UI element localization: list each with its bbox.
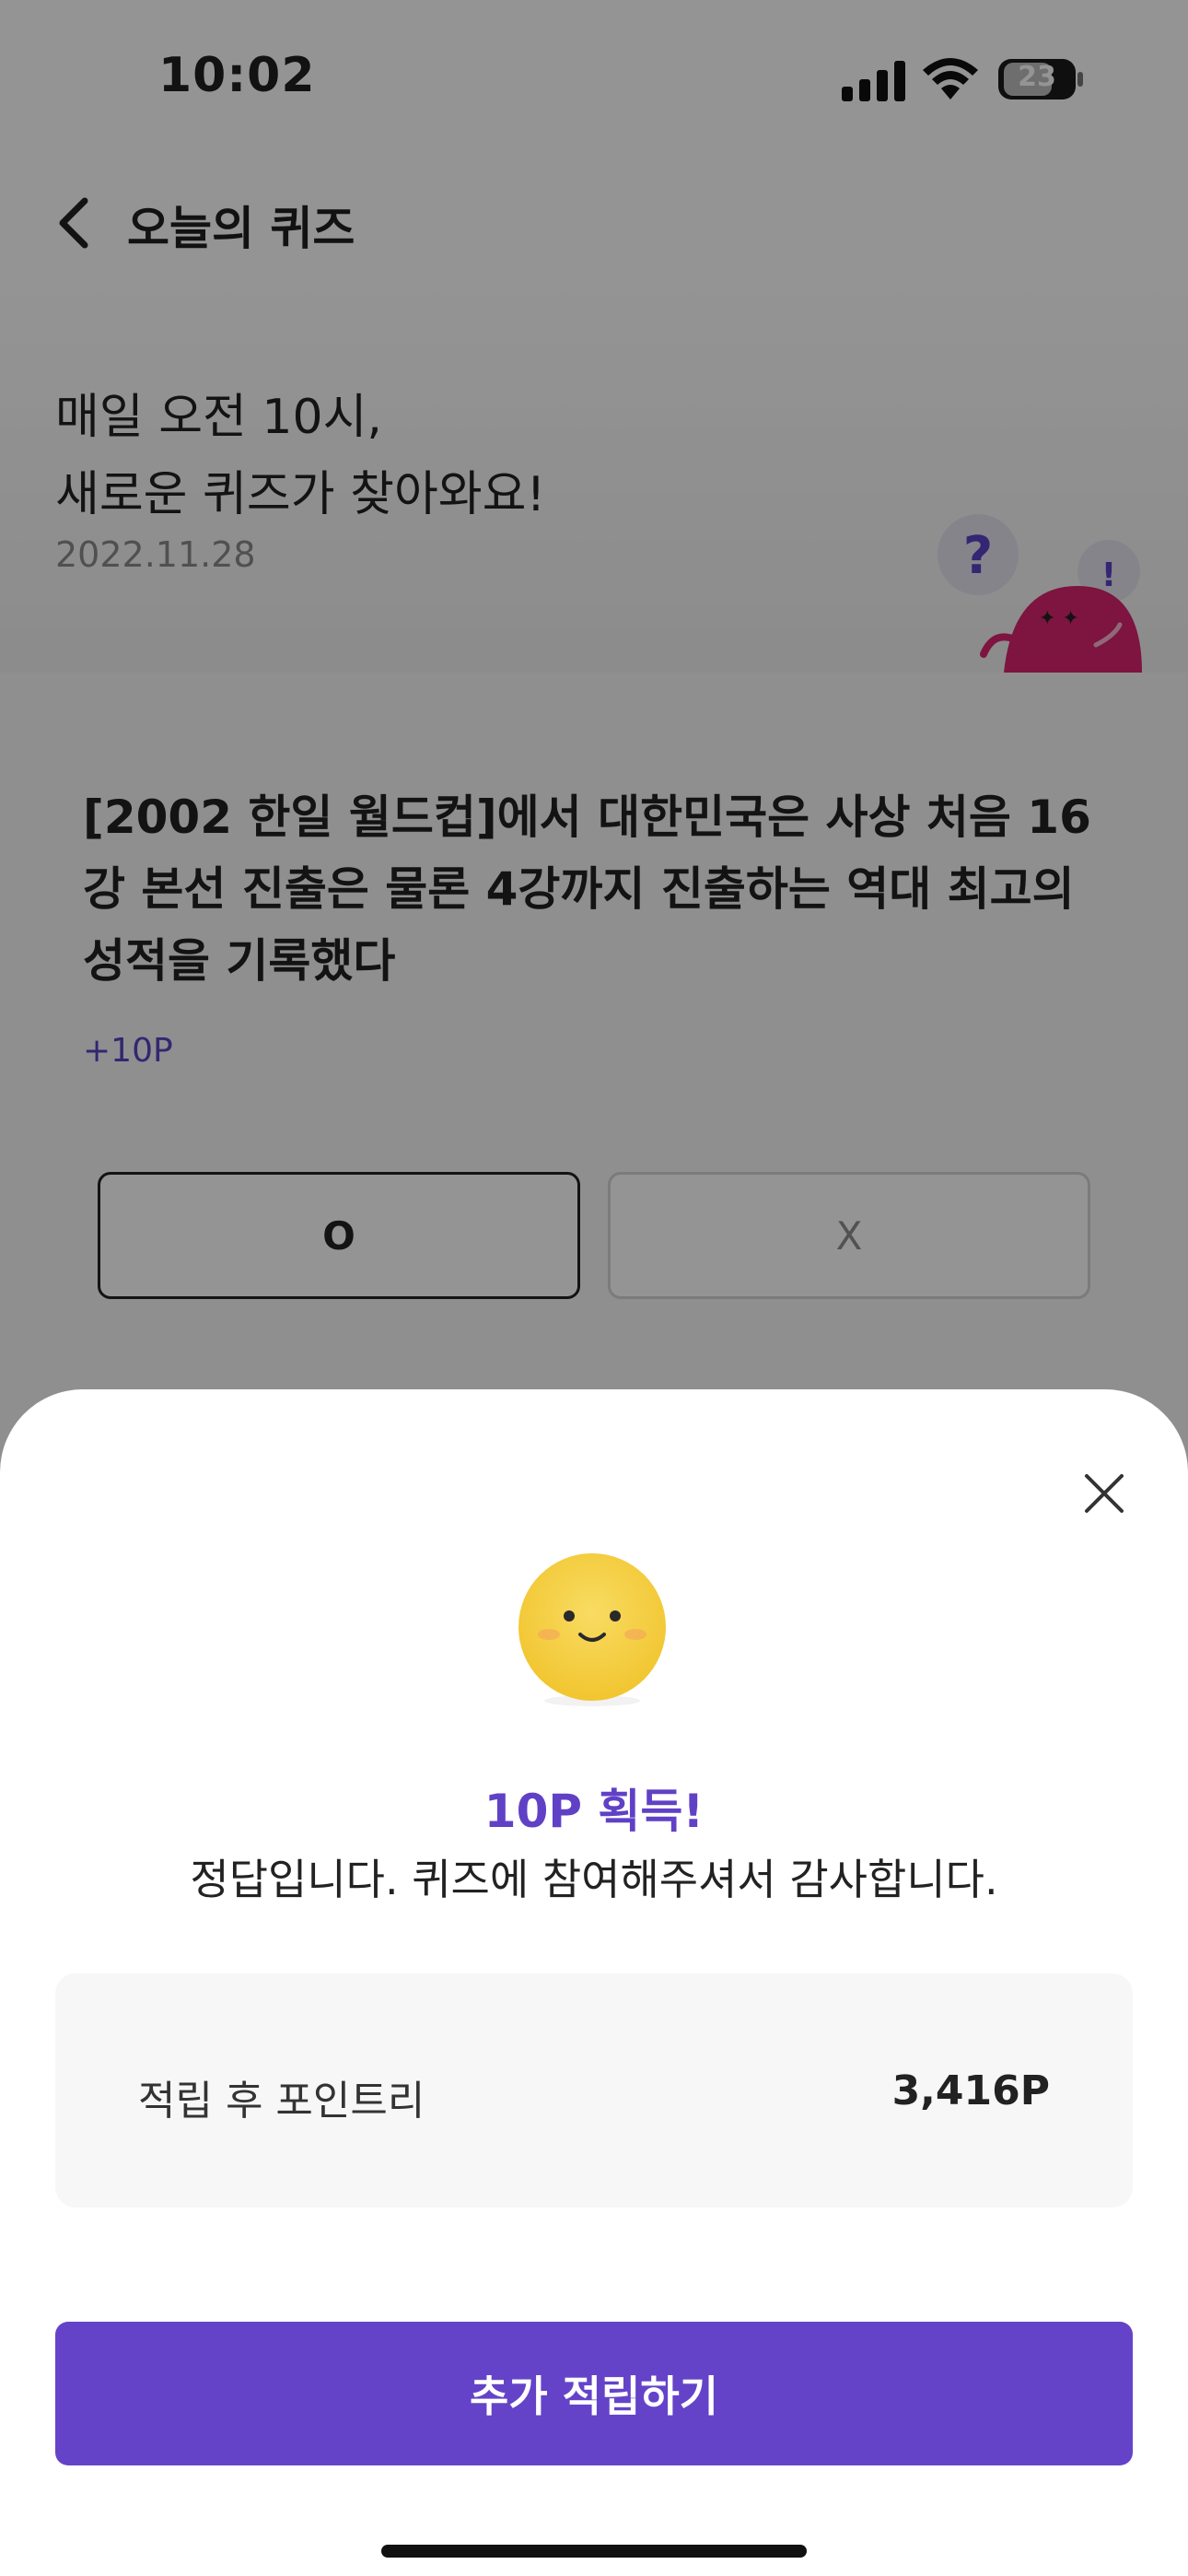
points-summary-box: 적립 후 포인트리 3,416P	[55, 1973, 1133, 2207]
result-title: 10P 획득!	[483, 1785, 705, 1838]
points-label: 적립 후 포인트리	[138, 2078, 425, 2125]
close-icon[interactable]	[1081, 1470, 1127, 1516]
earn-more-label: 추가 적립하기	[470, 2371, 718, 2421]
points-value: 3,416P	[891, 2067, 1050, 2114]
smile-emoji-icon	[518, 1553, 666, 1706]
result-message: 정답입니다. 퀴즈에 참여해주셔서 감사합니다.	[190, 1855, 998, 1904]
result-bottom-sheet: 10P 획득! 정답입니다. 퀴즈에 참여해주셔서 감사합니다. 적립 후 포인…	[0, 1389, 1188, 2576]
home-indicator[interactable]	[381, 2545, 807, 2558]
earn-more-button[interactable]: 추가 적립하기	[55, 2322, 1133, 2465]
